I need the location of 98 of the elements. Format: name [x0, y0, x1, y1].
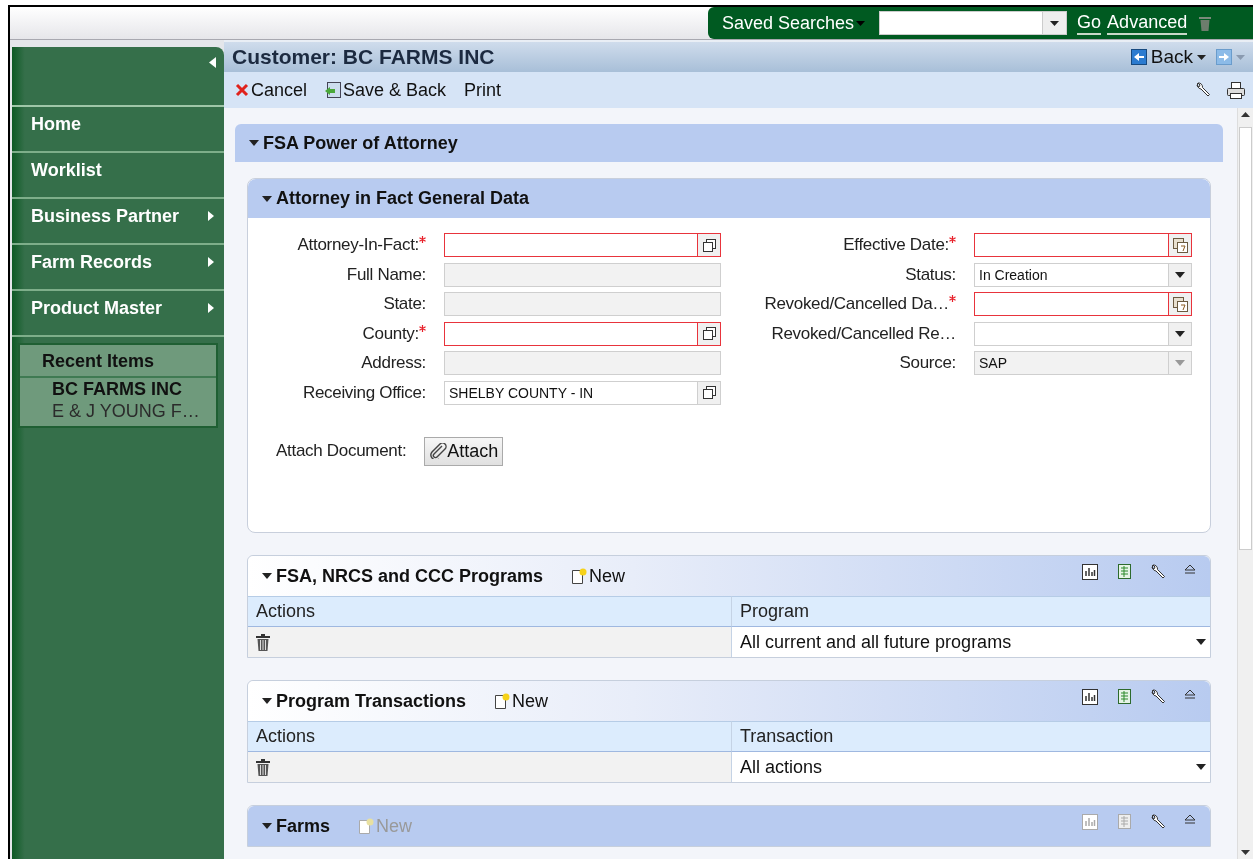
- new-document-icon: [571, 567, 589, 585]
- save-icon: [325, 82, 342, 98]
- dropdown-cell[interactable]: All actions: [731, 752, 1210, 782]
- caret-icon: [1175, 330, 1185, 337]
- eject-icon: [1184, 814, 1196, 824]
- trash-icon[interactable]: [256, 758, 270, 776]
- caret-icon: [262, 698, 272, 704]
- new-document-icon: [494, 692, 512, 710]
- advanced-link[interactable]: Advanced: [1107, 11, 1188, 35]
- caret-icon: [1196, 764, 1206, 770]
- toolbar-button[interactable]: Save & Back: [325, 79, 447, 101]
- chart-icon: [1082, 689, 1098, 705]
- field-label: County:: [362, 323, 419, 344]
- lookup-icon: [702, 386, 716, 399]
- close-icon: [235, 83, 249, 97]
- caret-icon: [1175, 271, 1185, 278]
- go-link[interactable]: Go: [1077, 11, 1102, 35]
- saved-searches-menu[interactable]: Saved Searches: [722, 12, 866, 34]
- field-label: Address:: [361, 353, 426, 373]
- caret-icon: [856, 20, 866, 26]
- chart-icon: [1082, 564, 1098, 580]
- wrench-icon: [1150, 564, 1166, 580]
- caret-icon: [249, 140, 259, 146]
- field-label: Status:: [905, 264, 956, 285]
- section-header[interactable]: FSA Power of Attorney: [235, 124, 1223, 162]
- table-title[interactable]: Program Transactions: [262, 690, 467, 712]
- scrollbar[interactable]: [1237, 108, 1253, 859]
- recent-item[interactable]: E & J YOUNG F…: [20, 400, 216, 426]
- trash-icon[interactable]: [256, 633, 270, 651]
- search-field[interactable]: [879, 11, 1068, 35]
- submenu-arrow-icon: [208, 211, 214, 221]
- scroll-down-icon[interactable]: [1241, 850, 1250, 855]
- submenu-arrow-icon: [208, 257, 214, 267]
- required-icon: [949, 295, 956, 302]
- lookup-icon: [702, 238, 716, 252]
- column-header: Actions: [248, 596, 731, 627]
- calendar-icon: [1172, 237, 1188, 253]
- new-button[interactable]: New: [494, 690, 549, 712]
- new-button[interactable]: New: [571, 565, 626, 587]
- toolbar-button[interactable]: Cancel: [235, 79, 308, 101]
- field-label: Receiving Office:: [302, 382, 426, 403]
- scroll-up-icon[interactable]: [1241, 112, 1250, 117]
- column-header: Program: [731, 596, 1210, 627]
- date-field[interactable]: [974, 233, 1192, 257]
- collapse-icon[interactable]: [209, 57, 216, 68]
- caret-icon: [262, 195, 272, 202]
- caret-icon: [262, 573, 272, 579]
- dropdown-field[interactable]: [974, 321, 1192, 346]
- new-document-icon: [358, 817, 376, 835]
- caret-icon: [1050, 20, 1060, 26]
- attach-button[interactable]: Attach: [424, 436, 504, 466]
- spreadsheet-icon: [1116, 564, 1132, 580]
- calendar-icon: [1172, 296, 1188, 312]
- input-field[interactable]: [444, 321, 721, 346]
- field-label: Attorney-In-Fact:: [297, 235, 419, 255]
- toolbar-button[interactable]: Print: [464, 79, 502, 101]
- input-field[interactable]: [444, 233, 721, 257]
- eject-icon: [1184, 564, 1196, 574]
- paperclip-icon: [429, 443, 448, 459]
- table-title[interactable]: FSA, NRCS and CCC Programs: [262, 565, 544, 587]
- submenu-arrow-icon: [208, 303, 214, 313]
- wrench-icon: [1195, 81, 1211, 98]
- spreadsheet-icon: [1116, 689, 1132, 705]
- dropdown-field[interactable]: In Creation: [974, 262, 1192, 287]
- caret-icon: [1175, 360, 1185, 366]
- caret-icon: [1197, 54, 1206, 60]
- field-label: Attach Document:: [276, 440, 407, 462]
- field-label: Full Name:: [346, 264, 426, 285]
- field-label: Effective Date:: [843, 235, 949, 255]
- caret-icon: [262, 823, 272, 829]
- trash-icon: [1199, 15, 1212, 31]
- recent-item[interactable]: BC FARMS INC: [20, 378, 216, 400]
- dropdown-cell[interactable]: All current and all future programs: [731, 627, 1210, 657]
- date-field[interactable]: [974, 292, 1192, 316]
- card-header[interactable]: Attorney in Fact General Data: [248, 179, 1210, 218]
- field-label: State:: [383, 294, 426, 314]
- spreadsheet-icon: [1116, 814, 1132, 830]
- input-field[interactable]: SHELBY COUNTY - IN: [444, 380, 721, 405]
- back-button[interactable]: Back: [1130, 46, 1206, 68]
- caret-icon: [1236, 54, 1245, 60]
- eject-icon: [1184, 689, 1196, 699]
- wrench-icon: [1150, 689, 1166, 705]
- table-title[interactable]: Farms: [262, 815, 331, 837]
- caret-icon: [1196, 639, 1206, 645]
- field-label: Revoked/Cancelled Da…: [764, 294, 949, 314]
- required-icon: [419, 236, 426, 243]
- column-header: Actions: [248, 721, 731, 752]
- field-label: Revoked/Cancelled Re…: [771, 323, 956, 344]
- lookup-icon: [702, 327, 716, 340]
- required-icon: [949, 236, 956, 243]
- field-label: Source:: [899, 353, 956, 373]
- wrench-icon: [1150, 814, 1166, 830]
- column-header: Transaction: [731, 721, 1210, 752]
- page-title: Customer: BC FARMS INC: [232, 45, 495, 69]
- recent-items-title: Recent Items: [20, 345, 216, 378]
- required-icon: [419, 324, 426, 332]
- chart-icon: [1082, 814, 1098, 830]
- printer-icon: [1227, 81, 1245, 99]
